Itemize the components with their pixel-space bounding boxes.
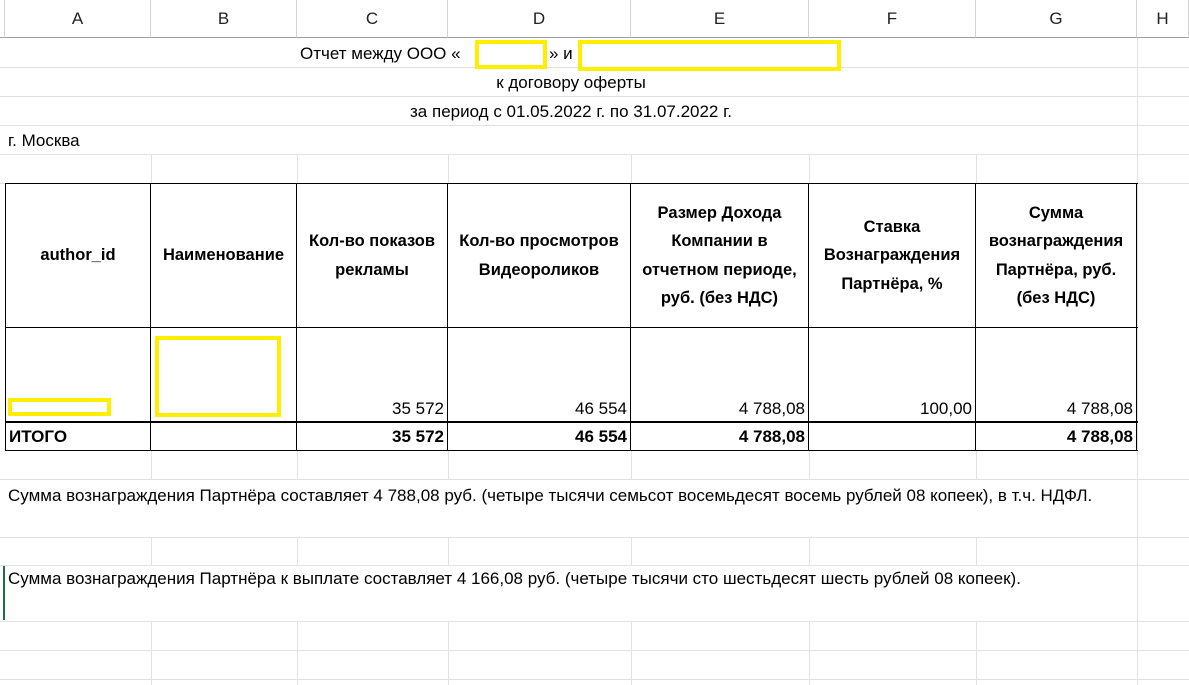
column-header-e[interactable]: E: [631, 0, 809, 38]
redacted-author-id: [8, 398, 111, 416]
report-title-middle: » и: [549, 44, 573, 63]
header-name: Наименование: [162, 246, 285, 265]
column-header-b[interactable]: B: [151, 0, 297, 38]
reward-total-note: Сумма вознаграждения Партнёра составляет…: [8, 486, 1093, 505]
redacted-company-name: [475, 40, 547, 69]
column-header-d[interactable]: D: [448, 0, 631, 38]
city-label: г. Москва: [8, 131, 80, 150]
row-video-views: 46 554: [575, 399, 627, 418]
redacted-partner-name: [578, 40, 841, 71]
header-video-views: Кол-во просмотров Видеороликов: [459, 232, 619, 279]
total-ad-impressions: 35 572: [392, 427, 444, 446]
active-cell-indicator: [3, 566, 5, 620]
row-company-income: 4 788,08: [738, 399, 805, 418]
row-reward-amount: 4 788,08: [1066, 399, 1133, 418]
column-header-c[interactable]: C: [297, 0, 448, 38]
header-reward-amount: Сумма вознаграждения Партнёра, руб. (без…: [988, 203, 1124, 308]
header-company-income: Размер Дохода Компании в отчетном период…: [642, 203, 797, 308]
row-reward-rate: 100,00: [920, 399, 972, 418]
header-ad-impressions: Кол-во показов рекламы: [309, 232, 435, 279]
reward-payout-note: Сумма вознаграждения Партнёра к выплате …: [8, 569, 1021, 588]
report-subtitle: к договору оферты: [496, 73, 646, 92]
total-label: ИТОГО: [9, 427, 68, 446]
row-ad-impressions: 35 572: [392, 399, 444, 418]
redacted-channel-name: [155, 336, 281, 417]
total-company-income: 4 788,08: [738, 427, 805, 446]
column-header-h[interactable]: H: [1137, 0, 1189, 38]
column-header-g[interactable]: G: [976, 0, 1137, 38]
column-header-f[interactable]: F: [809, 0, 976, 38]
column-header-a[interactable]: A: [5, 0, 151, 38]
header-author-id: author_id: [40, 246, 116, 265]
report-title-prefix: Отчет между ООО «: [300, 44, 461, 63]
header-reward-rate: Ставка Вознаграждения Партнёра, %: [823, 217, 961, 293]
report-period: за период с 01.05.2022 г. по 31.07.2022 …: [410, 102, 732, 121]
total-reward-amount: 4 788,08: [1066, 427, 1133, 446]
total-video-views: 46 554: [575, 427, 627, 446]
